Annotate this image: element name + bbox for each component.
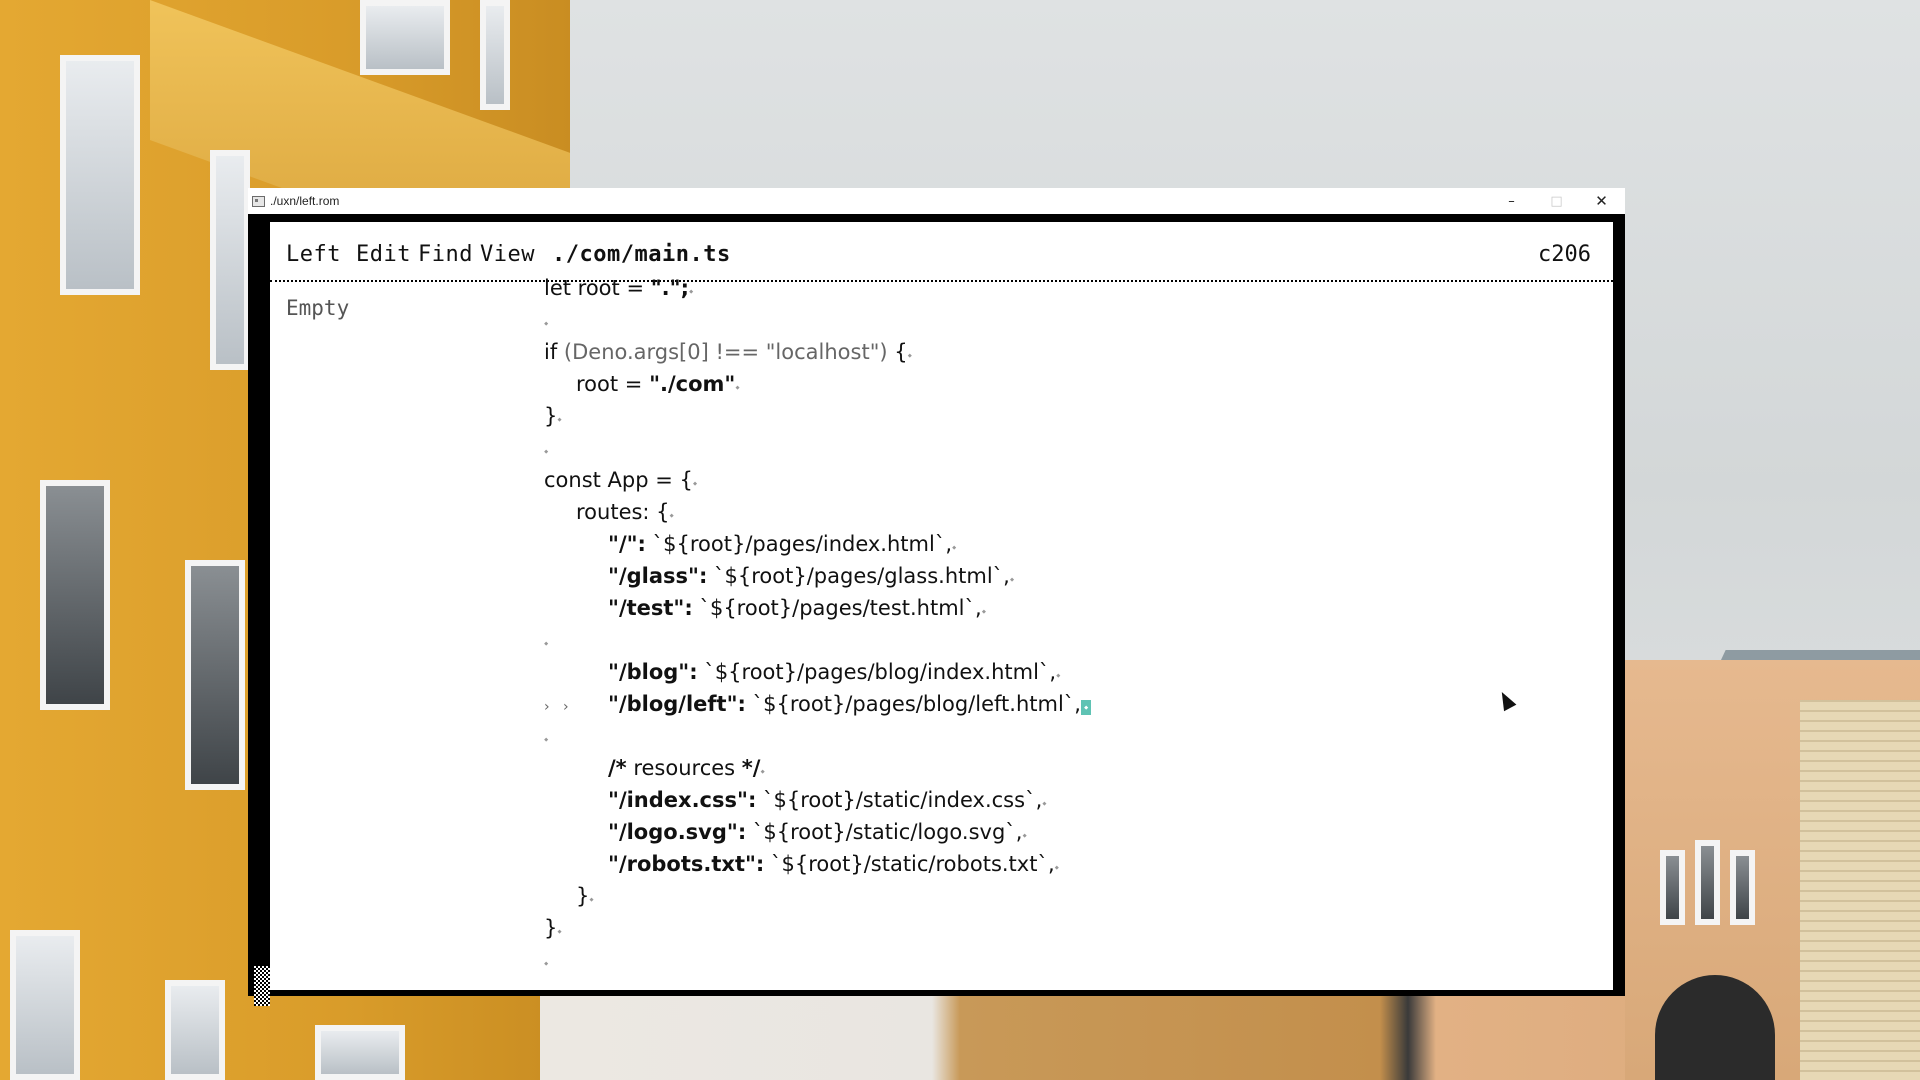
newline-marker-icon: ⬩ — [544, 636, 549, 650]
scrollbar-thumb[interactable] — [254, 966, 270, 1006]
mouse-pointer-icon — [1495, 688, 1517, 712]
newline-marker-icon: ⬩ — [692, 476, 698, 490]
newline-marker-icon: ⬩ — [557, 924, 562, 938]
code-line[interactable]: let root = ".";⬩ — [544, 276, 693, 308]
file-path[interactable]: ./com/main.ts — [552, 242, 731, 267]
code-line[interactable]: "/logo.svg": `${root}/static/logo.svg`,⬩ — [544, 820, 1027, 852]
wallpaper-window — [1660, 850, 1685, 925]
code-line[interactable]: const App = {⬩ — [544, 468, 697, 500]
wallpaper-window — [480, 0, 510, 110]
wallpaper-window — [1730, 850, 1755, 925]
wallpaper-window — [315, 1025, 405, 1080]
code-line[interactable]: ⬩ — [544, 724, 548, 756]
close-button[interactable]: ✕ — [1579, 188, 1624, 214]
wallpaper-window — [185, 560, 245, 790]
wallpaper-window — [40, 480, 110, 710]
wallpaper-brick-wall — [1800, 700, 1920, 1080]
sidebar-empty-label: Empty — [286, 296, 350, 320]
newline-marker-icon: ⬩ — [1056, 668, 1061, 682]
code-line[interactable]: "/index.css": `${root}/static/index.css`… — [544, 788, 1047, 820]
newline-marker-icon: ⬩ — [1054, 860, 1059, 874]
wallpaper-window — [210, 150, 250, 370]
newline-marker-icon: ⬩ — [557, 412, 562, 426]
code-line[interactable]: }⬩ — [544, 404, 562, 436]
code-line[interactable]: routes: {⬩ — [544, 500, 674, 532]
app-window: ./uxn/left.rom – □ ✕ ◆ Left Edit Find Vi… — [248, 188, 1625, 1006]
text-cursor: ⬩ — [1080, 700, 1092, 715]
code-line[interactable]: if (Deno.args[0] !== "localhost") {⬩ — [544, 340, 912, 372]
newline-marker-icon: ⬩ — [1022, 828, 1027, 842]
newline-marker-icon: ⬩ — [952, 540, 957, 554]
code-line[interactable]: "/robots.txt": `${root}/static/robots.tx… — [544, 852, 1059, 884]
wallpaper-window — [1695, 840, 1720, 925]
code-line[interactable]: "/": `${root}/pages/index.html`,⬩ — [544, 532, 956, 564]
newline-marker-icon: ⬩ — [688, 284, 694, 298]
menu-edit[interactable]: Edit — [356, 242, 411, 267]
newline-marker-icon: ⬩ — [544, 316, 549, 330]
newline-marker-icon: ⬩ — [544, 732, 549, 746]
code-line[interactable]: }⬩ — [544, 884, 594, 916]
wallpaper-window — [60, 55, 140, 295]
newline-marker-icon: ⬩ — [544, 444, 549, 458]
minimize-button[interactable]: – — [1489, 188, 1534, 214]
menubar: Left Edit Find View ./com/main.ts c206 — [270, 222, 1613, 270]
wallpaper-window — [10, 930, 80, 1080]
code-line[interactable]: }⬩ — [544, 916, 562, 948]
newline-marker-icon: ⬩ — [544, 956, 549, 970]
code-line[interactable]: "/test": `${root}/pages/test.html`,⬩ — [544, 596, 986, 628]
code-line[interactable]: "/blog": `${root}/pages/blog/index.html`… — [544, 660, 1060, 692]
window-titlebar[interactable]: ./uxn/left.rom – □ ✕ — [248, 188, 1625, 214]
newline-marker-icon: ⬩ — [669, 508, 674, 522]
code-line[interactable]: ⬩ — [544, 436, 548, 468]
newline-marker-icon: ⬩ — [735, 380, 740, 394]
newline-marker-icon: ⬩ — [1042, 796, 1047, 810]
wallpaper-window — [360, 0, 450, 75]
editor-client-area[interactable]: ◆ Left Edit Find View ./com/main.ts c206… — [270, 222, 1613, 990]
newline-marker-icon: ⬩ — [981, 604, 987, 618]
menu-divider — [270, 280, 1613, 282]
code-line[interactable]: ⬩ — [544, 308, 548, 340]
newline-marker-icon: ⬩ — [1009, 572, 1015, 586]
menu-left[interactable]: Left — [286, 242, 341, 267]
code-line[interactable]: "/glass": `${root}/pages/glass.html`,⬩ — [544, 564, 1014, 596]
wallpaper-window — [165, 980, 225, 1080]
code-line[interactable]: ⬩ — [544, 628, 548, 660]
code-line[interactable]: root = "./com"⬩ — [544, 372, 740, 404]
code-line[interactable]: › › "/blog/left": `${root}/pages/blog/le… — [544, 692, 1092, 724]
code-line[interactable]: ⬩ — [544, 948, 548, 980]
counter-readout: c206 — [1538, 242, 1591, 267]
newline-marker-icon: ⬩ — [907, 348, 912, 362]
code-line[interactable]: /* resources */⬩ — [544, 756, 765, 788]
newline-marker-icon: ⬩ — [760, 764, 765, 778]
window-title: ./uxn/left.rom — [270, 194, 340, 208]
window-frame: ◆ Left Edit Find View ./com/main.ts c206… — [248, 214, 1625, 1006]
maximize-button[interactable]: □ — [1534, 188, 1579, 214]
newline-marker-icon: ⬩ — [589, 892, 594, 906]
menu-view[interactable]: View — [480, 242, 535, 267]
app-icon — [252, 195, 265, 207]
menu-find[interactable]: Find — [418, 242, 473, 267]
